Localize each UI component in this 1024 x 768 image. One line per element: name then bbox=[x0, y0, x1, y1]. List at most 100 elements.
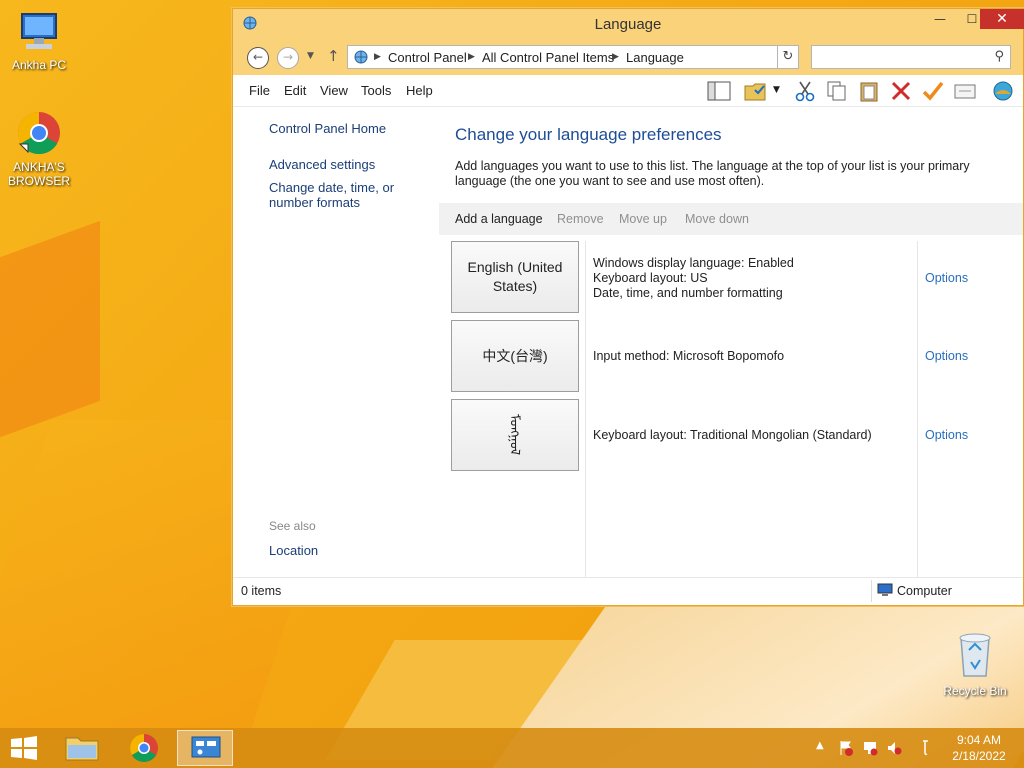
language-tile[interactable]: ᠮᠣᠩᠭᠣᠯ bbox=[451, 399, 579, 471]
status-divider bbox=[871, 580, 872, 602]
volume-icon[interactable] bbox=[886, 740, 902, 756]
folder-icon bbox=[65, 737, 99, 761]
page-title: Change your language preferences bbox=[455, 125, 722, 144]
control-panel-icon bbox=[354, 50, 368, 64]
content-area: Control Panel Home Advanced settings Cha… bbox=[233, 107, 1023, 577]
desktop-icon-label: Ankha PC bbox=[11, 58, 67, 72]
control-panel-home-link[interactable]: Control Panel Home bbox=[269, 121, 439, 136]
language-detail: Keyboard layout: US bbox=[593, 271, 708, 285]
status-bar: 0 items Computer bbox=[233, 577, 1023, 605]
taskbar-file-explorer[interactable] bbox=[54, 730, 110, 766]
options-link[interactable]: Options bbox=[925, 271, 968, 285]
breadcrumb-separator-icon[interactable]: ▶ bbox=[612, 52, 619, 62]
check-icon[interactable] bbox=[921, 80, 945, 102]
change-date-time-link[interactable]: Change date, time, or number formats bbox=[269, 180, 439, 210]
desktop-icon-browser[interactable]: ANKHA'S BROWSER bbox=[4, 110, 74, 188]
close-button[interactable]: ✕ bbox=[980, 9, 1024, 29]
delete-icon[interactable] bbox=[889, 80, 913, 102]
language-details: Keyboard layout: Traditional Mongolian (… bbox=[593, 428, 872, 443]
menu-help[interactable]: Help bbox=[406, 83, 433, 98]
menu-file[interactable]: File bbox=[249, 83, 270, 98]
computer-icon bbox=[21, 13, 57, 49]
breadcrumb-control-panel[interactable]: Control Panel bbox=[388, 50, 467, 65]
show-hidden-icons-chevron-icon[interactable]: ▲ bbox=[816, 740, 824, 751]
windows-logo-icon bbox=[11, 736, 37, 760]
move-up-button[interactable]: Move up bbox=[619, 212, 667, 226]
desktop-icon-ankha-pc[interactable]: Ankha PC bbox=[4, 10, 74, 72]
language-detail: Date, time, and number formatting bbox=[593, 286, 783, 300]
start-button[interactable] bbox=[0, 730, 48, 766]
title-bar[interactable]: Language — ☐ ✕ bbox=[233, 9, 1024, 39]
address-box[interactable]: ▶ Control Panel ▶ All Control Panel Item… bbox=[347, 45, 799, 69]
language-row[interactable]: English (United States) Windows display … bbox=[439, 241, 1023, 313]
desktop-icon-recycle-bin[interactable]: Recycle Bin bbox=[940, 630, 1010, 698]
up-button[interactable]: ↑ bbox=[327, 47, 340, 65]
move-down-button[interactable]: Move down bbox=[685, 212, 749, 226]
forward-button[interactable]: → bbox=[277, 47, 299, 69]
language-tile[interactable]: 中文(台灣) bbox=[451, 320, 579, 392]
window-title: Language bbox=[594, 16, 662, 33]
menu-bar: File Edit View Tools Help ▼ bbox=[233, 75, 1023, 107]
computer-icon bbox=[877, 583, 893, 596]
breadcrumb-separator-icon[interactable]: ▶ bbox=[468, 52, 475, 62]
clock-time: 9:04 AM bbox=[956, 733, 1002, 747]
clock-date: 2/18/2022 bbox=[952, 749, 1006, 763]
item-count: 0 items bbox=[241, 584, 282, 598]
language-detail: Windows display language: Enabled bbox=[593, 256, 794, 270]
language-tile[interactable]: English (United States) bbox=[451, 241, 579, 313]
location-zone: Computer bbox=[897, 584, 952, 598]
copy-icon[interactable] bbox=[825, 80, 849, 102]
refresh-button[interactable]: ↻ bbox=[777, 45, 799, 69]
desktop-icon-label: Recycle Bin bbox=[943, 684, 1007, 698]
options-link[interactable]: Options bbox=[925, 428, 968, 442]
see-also-heading: See also bbox=[269, 519, 316, 533]
desktop-icon-label: ANKHA'S BROWSER bbox=[7, 160, 70, 188]
menu-tools[interactable]: Tools bbox=[361, 83, 391, 98]
language-details: Windows display language: Enabled Keyboa… bbox=[593, 256, 794, 301]
remove-button[interactable]: Remove bbox=[557, 212, 604, 226]
main-pane: Change your language preferences Add lan… bbox=[439, 107, 1023, 577]
taskbar: ▲ 9:04 AM 2/18/2022 bbox=[0, 728, 1024, 768]
paste-icon[interactable] bbox=[857, 80, 881, 102]
chrome-icon bbox=[130, 734, 158, 762]
options-link[interactable]: Options bbox=[925, 349, 968, 363]
cut-icon[interactable] bbox=[793, 80, 817, 102]
input-indicator-icon[interactable] bbox=[918, 740, 934, 756]
search-input[interactable]: ⚲ bbox=[811, 45, 1011, 69]
add-language-button[interactable]: Add a language bbox=[455, 212, 543, 226]
folder-check-icon[interactable] bbox=[743, 80, 767, 102]
language-toolbar: Add a language Remove Move up Move down bbox=[439, 203, 1023, 235]
language-detail: Keyboard layout: Traditional Mongolian (… bbox=[593, 428, 872, 442]
taskbar-control-panel[interactable] bbox=[177, 730, 233, 766]
search-icon[interactable]: ⚲ bbox=[994, 49, 1004, 64]
layout-icon[interactable] bbox=[707, 80, 731, 102]
recent-pages-dropdown[interactable]: ▼ bbox=[307, 51, 314, 61]
network-icon[interactable] bbox=[862, 740, 878, 756]
page-description: Add languages you want to use to this li… bbox=[455, 159, 970, 188]
chrome-icon bbox=[17, 111, 60, 155]
location-link[interactable]: Location bbox=[269, 543, 439, 558]
minimize-button[interactable]: — bbox=[923, 9, 957, 29]
action-center-flag-icon[interactable] bbox=[838, 740, 854, 756]
language-row[interactable]: ᠮᠣᠩᠭᠣᠯ Keyboard layout: Traditional Mong… bbox=[439, 399, 1023, 471]
language-window: Language — ☐ ✕ ← → ▼ ↑ ▶ Control Panel ▶… bbox=[232, 8, 1024, 606]
menu-view[interactable]: View bbox=[320, 83, 348, 98]
left-navigation-pane: Control Panel Home Advanced settings Cha… bbox=[233, 107, 439, 577]
advanced-settings-link[interactable]: Advanced settings bbox=[269, 157, 439, 172]
taskbar-chrome[interactable] bbox=[116, 730, 172, 766]
chevron-down-icon[interactable]: ▼ bbox=[773, 85, 780, 95]
address-bar: ← → ▼ ↑ ▶ Control Panel ▶ All Control Pa… bbox=[233, 39, 1023, 75]
back-button[interactable]: ← bbox=[247, 47, 269, 69]
language-row[interactable]: 中文(台灣) Input method: Microsoft Bopomofo … bbox=[439, 320, 1023, 392]
globe-icon[interactable] bbox=[991, 80, 1015, 102]
language-detail: Input method: Microsoft Bopomofo bbox=[593, 349, 785, 363]
menu-edit[interactable]: Edit bbox=[284, 83, 306, 98]
properties-icon[interactable] bbox=[953, 80, 977, 102]
breadcrumb-language[interactable]: Language bbox=[626, 50, 684, 65]
breadcrumb-separator-icon[interactable]: ▶ bbox=[374, 52, 381, 62]
language-details: Input method: Microsoft Bopomofo bbox=[593, 349, 784, 364]
recycle-bin-icon bbox=[959, 633, 991, 677]
control-panel-icon bbox=[191, 736, 221, 758]
system-clock[interactable]: 9:04 AM 2/18/2022 bbox=[948, 732, 1010, 764]
breadcrumb-all-items[interactable]: All Control Panel Items bbox=[482, 50, 614, 65]
